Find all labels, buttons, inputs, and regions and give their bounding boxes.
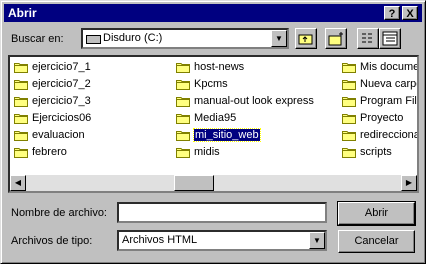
scroll-thumb[interactable] <box>174 175 214 191</box>
folder-icon <box>342 97 356 108</box>
folder-label: febrero <box>32 146 67 159</box>
folder-label: Mis documentos <box>360 61 419 74</box>
folder-label: ejercicio7_1 <box>32 61 91 74</box>
list-view-button[interactable] <box>357 28 379 49</box>
filetype-label: Archivos de tipo: <box>11 235 93 247</box>
filetype-dropdown[interactable]: Archivos HTML ▼ <box>117 230 327 251</box>
folder-label: mi_sitio_web <box>193 128 261 143</box>
title-bar: Abrir ? X <box>4 4 422 22</box>
folder-item[interactable]: ejercicio7_2 <box>14 76 91 92</box>
folder-icon <box>342 63 356 74</box>
folder-icon <box>176 97 190 108</box>
folder-item[interactable]: Media95 <box>176 110 236 126</box>
folder-icon <box>342 131 356 142</box>
folder-icon <box>14 63 28 74</box>
details-view-icon <box>382 31 398 46</box>
folder-icon <box>14 148 28 159</box>
folder-icon <box>342 80 356 91</box>
folder-label: Kpcms <box>194 78 228 91</box>
folder-icon <box>176 80 190 91</box>
folder-item[interactable]: ejercicio7_1 <box>14 59 91 75</box>
chevron-down-icon[interactable]: ▼ <box>309 232 325 249</box>
folder-item[interactable]: manual-out look express <box>176 93 314 109</box>
folder-item[interactable]: mi_sitio_web <box>176 127 261 143</box>
folder-item[interactable]: Kpcms <box>176 76 228 92</box>
folder-icon <box>176 131 190 142</box>
up-folder-button[interactable] <box>295 28 317 49</box>
file-list[interactable]: scripts redireccionar Proyecto Program File… <box>8 55 419 193</box>
folder-label: midis <box>194 146 220 159</box>
folder-item[interactable]: febrero <box>14 144 67 160</box>
folder-label: evaluacion <box>32 129 85 142</box>
drive-icon <box>86 35 101 44</box>
folder-item[interactable]: Nueva carpeta <box>342 76 417 92</box>
close-button[interactable]: X <box>402 6 418 20</box>
cancel-button[interactable]: Cancelar <box>338 230 415 253</box>
chevron-down-icon[interactable]: ▼ <box>271 30 287 47</box>
window-title: Abrir <box>8 6 37 20</box>
folder-item[interactable]: host-news <box>176 59 244 75</box>
horizontal-scrollbar[interactable]: ◀ ▶ <box>10 175 417 191</box>
folder-item[interactable]: Ejercicios06 <box>14 110 91 126</box>
folder-icon <box>342 148 356 159</box>
lookin-label: Buscar en: <box>11 33 64 45</box>
folder-item[interactable]: Program Files <box>342 93 417 109</box>
folder-label: Proyecto <box>360 112 404 125</box>
filetype-value: Archivos HTML <box>122 234 198 246</box>
folder-item[interactable]: evaluacion <box>14 127 85 143</box>
open-button[interactable]: Abrir <box>337 201 416 226</box>
scroll-left-icon[interactable]: ◀ <box>10 175 26 191</box>
folder-item[interactable]: scripts <box>342 144 392 160</box>
folder-label: host-news <box>194 61 245 74</box>
new-folder-button[interactable] <box>325 28 347 49</box>
folder-icon <box>14 131 28 142</box>
folder-label: manual-out look express <box>194 95 314 108</box>
folder-item[interactable]: Mis documentos <box>342 59 419 75</box>
folder-icon <box>176 148 190 159</box>
folder-label: scripts <box>360 146 392 159</box>
folder-icon <box>14 97 28 108</box>
up-folder-icon <box>298 34 313 45</box>
filename-input[interactable] <box>117 202 327 223</box>
folder-item[interactable]: ejercicio7_3 <box>14 93 91 109</box>
folder-label: redireccionar <box>360 129 419 142</box>
folder-label: Nueva carpeta <box>360 78 417 91</box>
folder-icon <box>342 114 356 125</box>
folder-label: Ejercicios06 <box>32 112 92 125</box>
filename-label: Nombre de archivo: <box>11 207 107 219</box>
details-view-button[interactable] <box>379 28 401 49</box>
new-folder-icon <box>328 32 343 46</box>
folder-label: Media95 <box>194 112 237 125</box>
folder-icon <box>14 114 28 125</box>
folder-label: ejercicio7_3 <box>32 95 91 108</box>
folder-item[interactable]: redireccionar <box>342 127 419 143</box>
open-dialog: Abrir ? X Buscar en: Disduro (C:) ▼ scri… <box>0 0 426 264</box>
folder-icon <box>14 80 28 91</box>
folder-icon <box>176 63 190 74</box>
folder-item[interactable]: midis <box>176 144 220 160</box>
folder-label: Program Files <box>360 95 417 108</box>
folder-icon <box>176 114 190 125</box>
list-view-icon <box>362 33 372 43</box>
folder-item[interactable]: Proyecto <box>342 110 403 126</box>
lookin-dropdown[interactable]: Disduro (C:) ▼ <box>81 28 289 49</box>
folder-label: ejercicio7_2 <box>32 78 91 91</box>
help-button[interactable]: ? <box>384 6 400 20</box>
scroll-right-icon[interactable]: ▶ <box>401 175 417 191</box>
lookin-value: Disduro (C:) <box>103 32 163 44</box>
